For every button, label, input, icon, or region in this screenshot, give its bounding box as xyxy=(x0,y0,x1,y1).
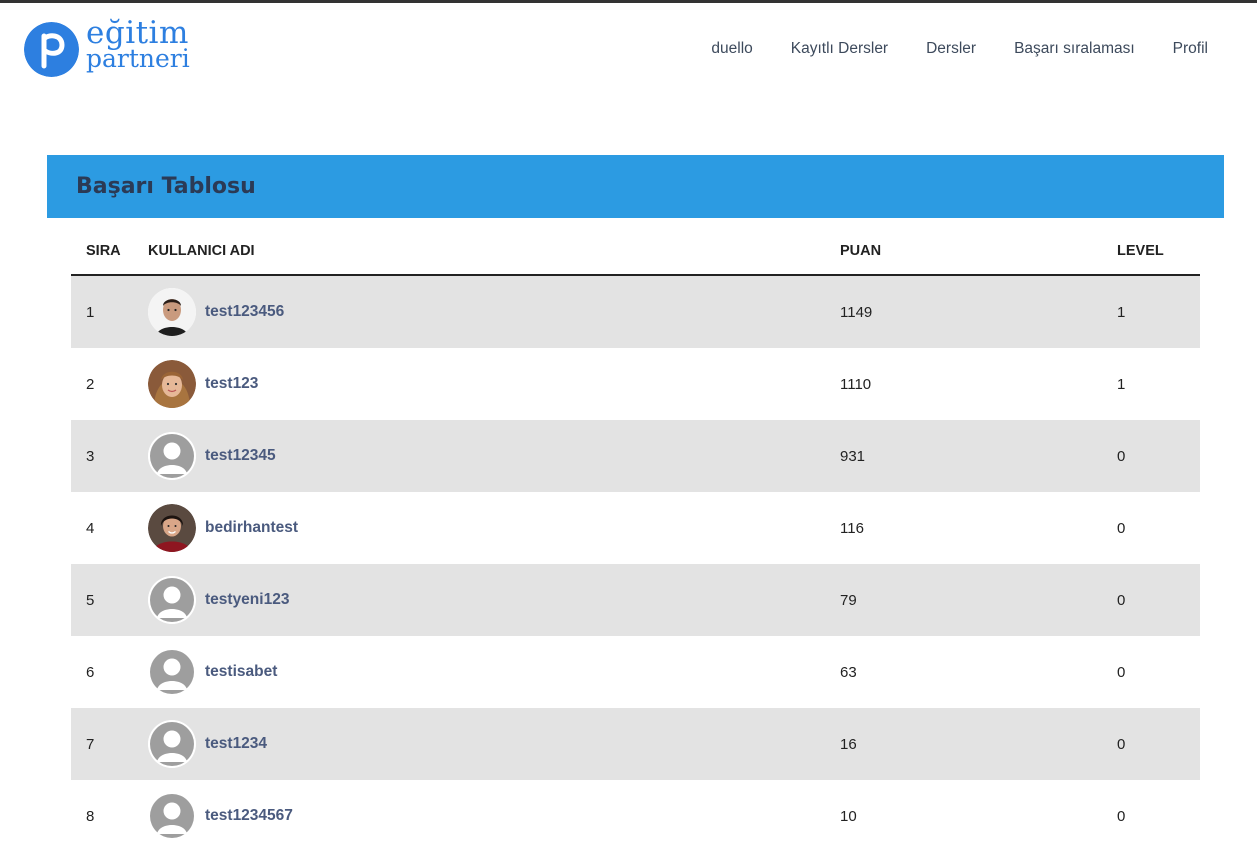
row-score: 1110 xyxy=(840,376,872,393)
row-username-link[interactable]: test123 xyxy=(205,375,258,393)
row-level: 1 xyxy=(1117,304,1126,321)
main-nav: duello Kayıtlı Dersler Dersler Başarı sı… xyxy=(673,40,1208,58)
logo-mark-icon xyxy=(24,22,79,77)
row-rank: 6 xyxy=(86,664,95,681)
row-level: 0 xyxy=(1117,736,1126,753)
nav-registered-courses[interactable]: Kayıtlı Dersler xyxy=(791,40,888,58)
header-username: KULLANICI ADI xyxy=(148,243,255,259)
row-level: 0 xyxy=(1117,664,1126,681)
row-score: 10 xyxy=(840,808,857,825)
leaderboard-table: SIRA KULLANICI ADI PUAN LEVEL 1 test12345… xyxy=(71,226,1200,852)
table-header: SIRA KULLANICI ADI PUAN LEVEL xyxy=(71,226,1200,276)
table-row: 5 testyeni123 79 0 xyxy=(71,564,1200,636)
top-border xyxy=(0,0,1257,3)
default-avatar-icon[interactable] xyxy=(148,432,196,480)
table-row: 1 test123456 1149 1 xyxy=(71,276,1200,348)
table-row: 6 testisabet 63 0 xyxy=(71,636,1200,708)
default-avatar-icon[interactable] xyxy=(148,576,196,624)
nav-duello[interactable]: duello xyxy=(711,40,752,58)
row-score: 63 xyxy=(840,664,857,681)
nav-courses[interactable]: Dersler xyxy=(926,40,976,58)
table-row: 3 test12345 931 0 xyxy=(71,420,1200,492)
row-level: 0 xyxy=(1117,448,1126,465)
row-level: 0 xyxy=(1117,592,1126,609)
avatar[interactable] xyxy=(148,360,196,408)
row-username-link[interactable]: test12345 xyxy=(205,447,276,465)
nav-leaderboard[interactable]: Başarı sıralaması xyxy=(1014,40,1135,58)
table-row: 2 test123 1110 1 xyxy=(71,348,1200,420)
table-row: 8 test1234567 10 0 xyxy=(71,780,1200,852)
row-score: 79 xyxy=(840,592,857,609)
default-avatar-icon[interactable] xyxy=(148,648,196,696)
row-score: 931 xyxy=(840,448,866,465)
default-avatar-icon[interactable] xyxy=(148,792,196,840)
panel-header: Başarı Tablosu xyxy=(47,155,1224,218)
row-level: 0 xyxy=(1117,520,1126,537)
row-rank: 1 xyxy=(86,304,95,321)
table-body: 1 test123456 1149 1 2 test123 1110 1 3 test12345 9… xyxy=(71,276,1200,852)
logo-wordmark: eğitim partneri xyxy=(86,15,190,73)
row-rank: 7 xyxy=(86,736,95,753)
nav-profile[interactable]: Profil xyxy=(1173,40,1208,58)
row-rank: 5 xyxy=(86,592,95,609)
row-username-link[interactable]: test1234 xyxy=(205,735,267,753)
row-score: 16 xyxy=(840,736,857,753)
header-score: PUAN xyxy=(840,243,882,259)
header-level: LEVEL xyxy=(1117,243,1164,259)
row-username-link[interactable]: test123456 xyxy=(205,303,284,321)
row-rank: 8 xyxy=(86,808,95,825)
row-username-link[interactable]: test1234567 xyxy=(205,807,293,825)
avatar[interactable] xyxy=(148,288,196,336)
site-logo[interactable]: eğitim partneri xyxy=(24,15,194,80)
logo-line-1: eğitim xyxy=(86,15,189,51)
row-level: 0 xyxy=(1117,808,1126,825)
row-level: 1 xyxy=(1117,376,1126,393)
row-rank: 4 xyxy=(86,520,95,537)
table-row: 4 bedirhantest 116 0 xyxy=(71,492,1200,564)
row-score: 116 xyxy=(840,520,864,537)
row-rank: 2 xyxy=(86,376,95,393)
avatar[interactable] xyxy=(148,504,196,552)
row-username-link[interactable]: testisabet xyxy=(205,663,277,681)
default-avatar-icon[interactable] xyxy=(148,720,196,768)
row-rank: 3 xyxy=(86,448,95,465)
panel-title: Başarı Tablosu xyxy=(76,174,256,199)
row-username-link[interactable]: testyeni123 xyxy=(205,591,289,609)
row-username-link[interactable]: bedirhantest xyxy=(205,519,298,537)
row-score: 1149 xyxy=(840,304,873,321)
table-row: 7 test1234 16 0 xyxy=(71,708,1200,780)
header-rank: SIRA xyxy=(86,243,121,259)
logo-line-2: partneri xyxy=(86,44,190,73)
